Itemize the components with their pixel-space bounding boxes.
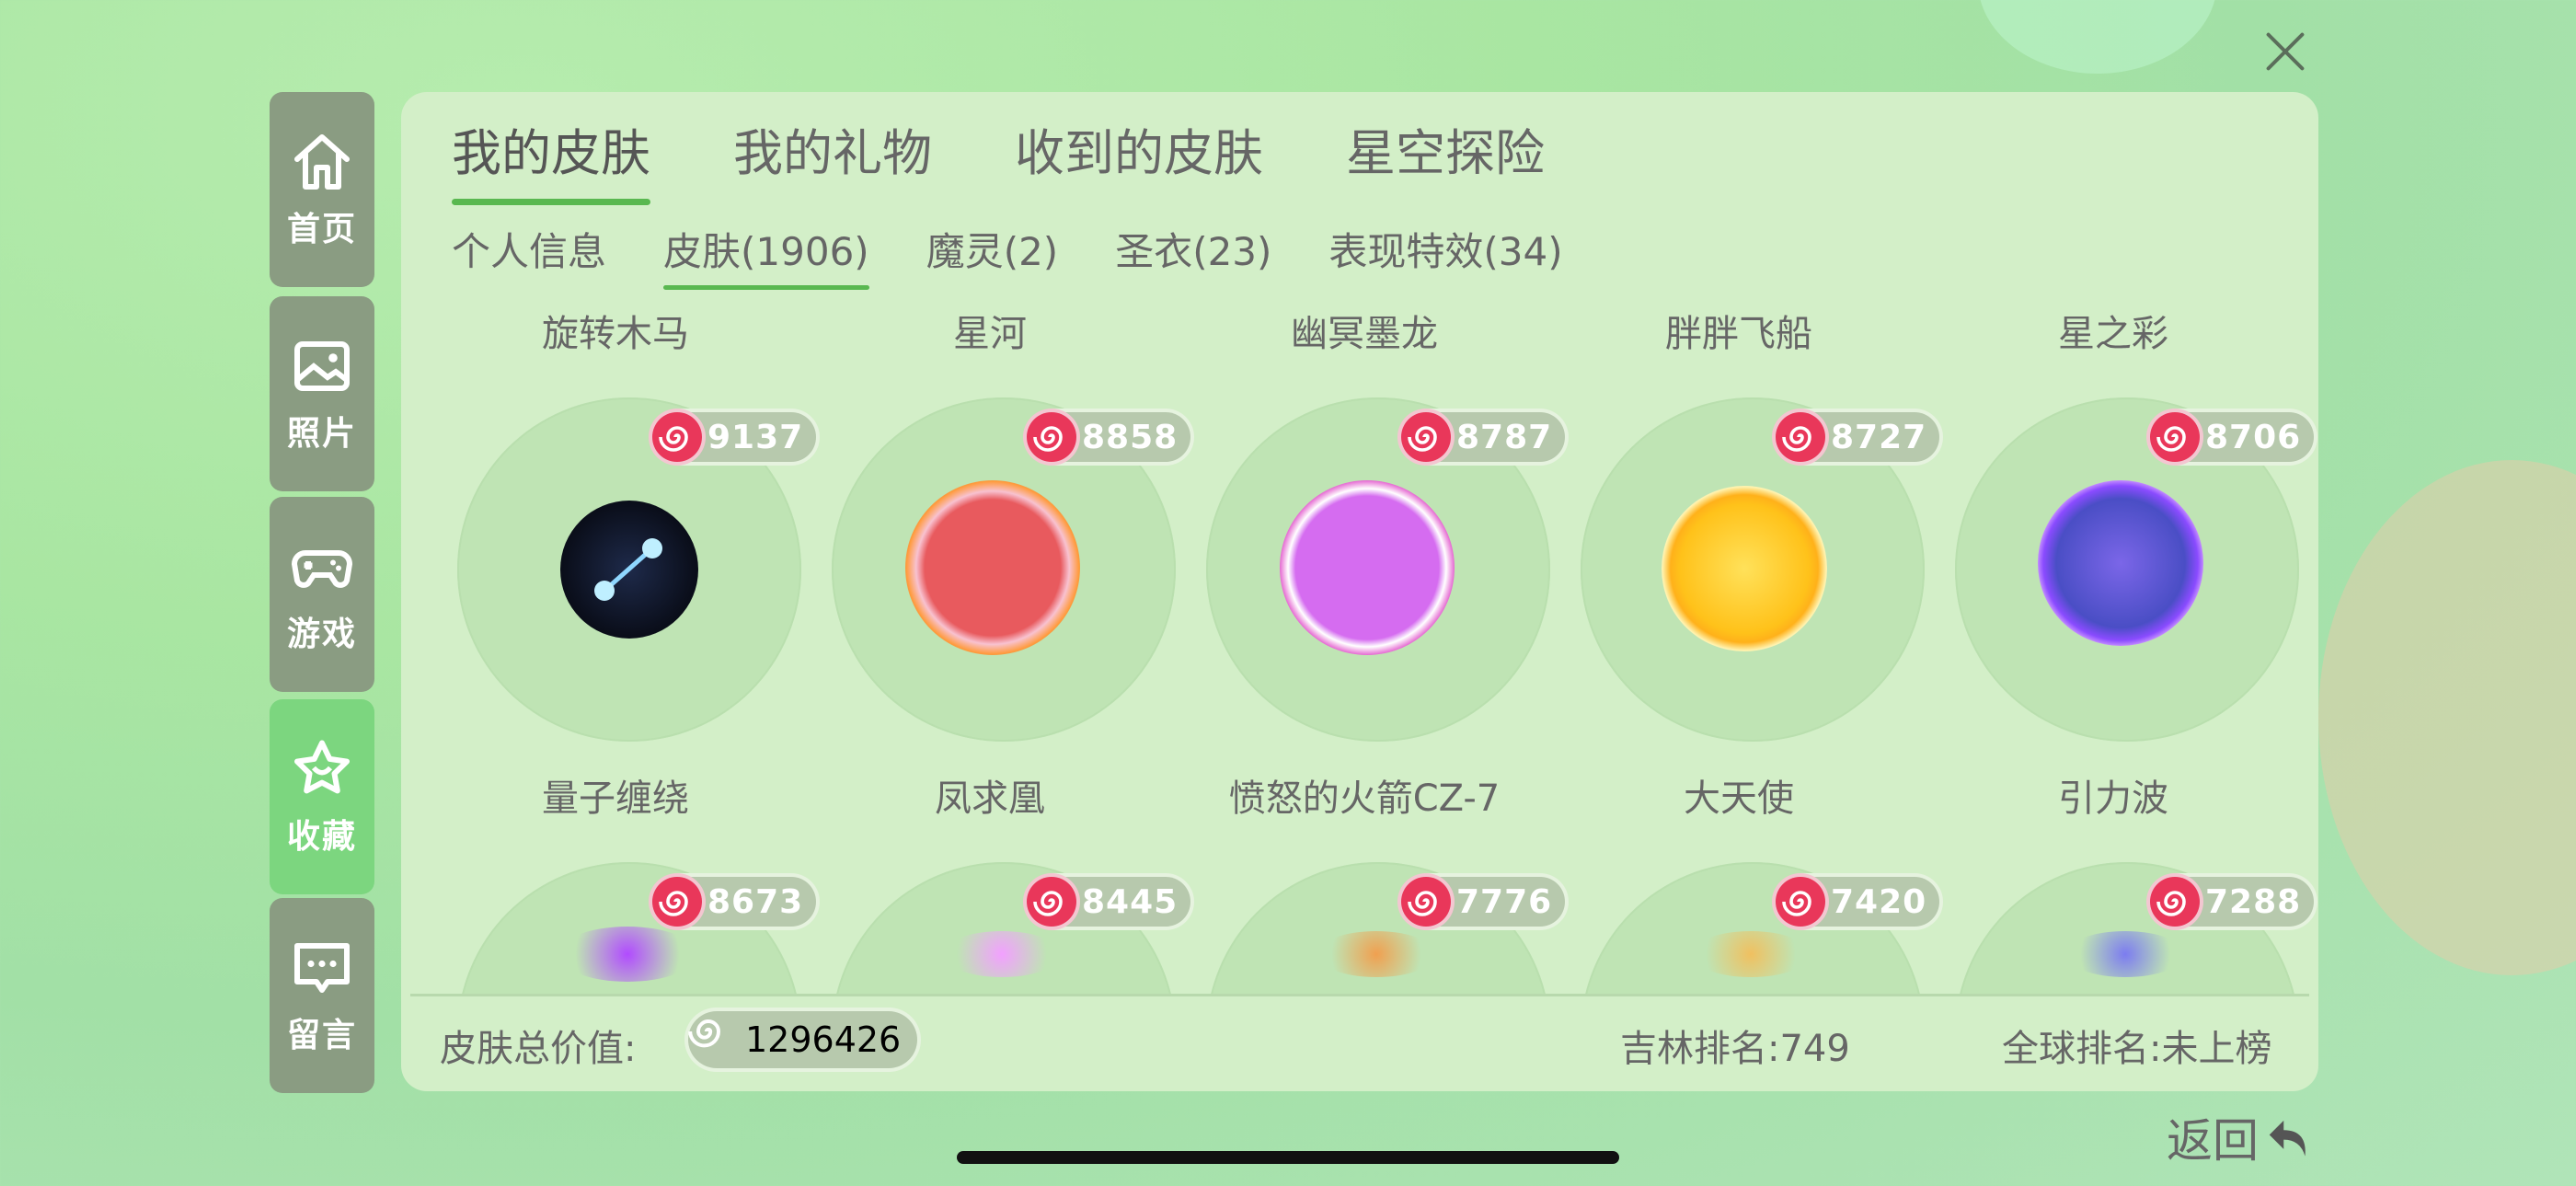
subtab-armor[interactable]: 圣衣(23): [1115, 221, 1271, 277]
candy-icon: [652, 877, 702, 927]
skin-caption: 愤怒的火箭CZ-7: [1228, 777, 1501, 820]
value-badge: 8727: [1776, 412, 1940, 462]
skin-orb-angel: [1662, 486, 1827, 651]
message-icon: [294, 943, 350, 993]
sub-tabs: 个人信息 皮肤(1906) 魔灵(2) 圣衣(23) 表现特效(34): [452, 221, 1620, 290]
sidebar-item-home[interactable]: 首页: [270, 92, 374, 287]
candy-icon: [1027, 412, 1076, 462]
value-badge: 7288: [2150, 877, 2315, 927]
background-glow: [2318, 460, 2576, 975]
sidebar-item-photos[interactable]: 照片: [270, 296, 374, 491]
skin-name: 胖胖飞船: [1665, 313, 1812, 355]
value-badge: 7776: [1401, 877, 1566, 927]
global-rank: 全球排名:未上榜: [2002, 1028, 2272, 1070]
skin-grid: 旋转木马 9137 量子缠绕 星河 8858 凤求凰 幽冥墨龙 8787 愤怒的…: [401, 304, 2318, 994]
skin-value: 8673: [707, 882, 804, 921]
value-badge: 8706: [2150, 412, 2315, 462]
photo-icon: [294, 341, 350, 391]
sidebar-item-games[interactable]: 游戏: [270, 497, 374, 692]
skin-caption: 凤求凰: [935, 777, 1045, 820]
candy-icon: [688, 1011, 745, 1068]
candy-icon: [1776, 877, 1825, 927]
skin-caption: 大天使: [1684, 777, 1794, 820]
value-badge: 8787: [1401, 412, 1566, 462]
candy-icon: [1776, 412, 1825, 462]
subtab-skins[interactable]: 皮肤(1906): [663, 221, 869, 290]
tab-my-skins[interactable]: 我的皮肤: [452, 112, 650, 205]
sidebar-item-label: 留言: [286, 1017, 357, 1054]
tab-my-gifts[interactable]: 我的礼物: [733, 112, 932, 185]
skin-value: 8858: [1082, 418, 1179, 456]
tab-received-skins[interactable]: 收到的皮肤: [1015, 112, 1263, 185]
skin-orb: [2065, 931, 2185, 977]
skin-value: 7776: [1456, 882, 1553, 921]
star-icon: [294, 740, 350, 794]
skin-value: 8787: [1456, 418, 1553, 456]
back-label: 返回: [2167, 1114, 2259, 1168]
skin-value: 9137: [707, 418, 804, 456]
skin-orb-quantum: [560, 501, 698, 639]
skin-caption: 量子缠绕: [542, 777, 689, 820]
skin-name: 星之彩: [2058, 313, 2168, 355]
total-value-label: 皮肤总价值:: [440, 1028, 637, 1070]
skin-orb-gravity: [2038, 480, 2203, 646]
skin-orb-phoenix: [905, 480, 1080, 655]
sidebar-item-messages[interactable]: 留言: [270, 898, 374, 1093]
local-rank: 吉林排名:749: [1620, 1028, 1850, 1070]
sidebar-item-favorites[interactable]: 收藏: [270, 699, 374, 894]
skin-orb: [558, 927, 696, 982]
value-badge: 7420: [1776, 877, 1940, 927]
divider: [410, 994, 2309, 996]
skin-orb: [942, 931, 1062, 977]
home-indicator[interactable]: [957, 1151, 1619, 1164]
sidebar-item-label: 照片: [286, 415, 357, 453]
subtab-effects[interactable]: 表现特效(34): [1328, 221, 1562, 277]
total-value-badge: 1296426: [688, 1011, 918, 1068]
skin-value: 8727: [1831, 418, 1927, 456]
close-icon[interactable]: [2252, 18, 2318, 85]
skin-orb: [1691, 931, 1811, 977]
value-badge: 9137: [652, 412, 817, 462]
skin-name: 旋转木马: [542, 313, 689, 355]
tab-star-adventure[interactable]: 星空探险: [1346, 112, 1545, 185]
background-glow: [1978, 0, 2217, 74]
skin-orb: [1317, 931, 1436, 977]
skin-value: 7288: [2205, 882, 2302, 921]
candy-icon: [2150, 412, 2200, 462]
gamepad-icon: [291, 550, 353, 588]
sidebar-item-label: 收藏: [286, 818, 357, 856]
skin-value: 7420: [1831, 882, 1927, 921]
skin-caption: 引力波: [2058, 777, 2168, 820]
skin-value: 8706: [2205, 418, 2302, 456]
candy-icon: [652, 412, 702, 462]
skin-name: 幽冥墨龙: [1291, 313, 1438, 355]
home-icon: [294, 134, 350, 190]
value-badge: 8858: [1027, 412, 1191, 462]
back-button[interactable]: 返回: [2167, 1104, 2319, 1170]
subtab-spirits[interactable]: 魔灵(2): [926, 221, 1059, 277]
skin-orb-rocket: [1280, 480, 1455, 655]
main-tabs: 我的皮肤 我的礼物 收到的皮肤 星空探险: [452, 112, 1627, 205]
skin-value: 8445: [1082, 882, 1179, 921]
sidebar-item-label: 游戏: [286, 616, 357, 653]
value-badge: 8673: [652, 877, 817, 927]
candy-icon: [2150, 877, 2200, 927]
skin-name: 星河: [953, 313, 1027, 355]
candy-icon: [1401, 412, 1451, 462]
subtab-profile[interactable]: 个人信息: [452, 221, 606, 277]
total-value: 1296426: [745, 1019, 902, 1060]
sidebar-item-label: 首页: [286, 211, 357, 248]
value-badge: 8445: [1027, 877, 1191, 927]
back-arrow-icon: [2269, 1120, 2306, 1157]
candy-icon: [1401, 877, 1451, 927]
candy-icon: [1027, 877, 1076, 927]
skin-collection-panel: 我的皮肤 我的礼物 收到的皮肤 星空探险 个人信息 皮肤(1906) 魔灵(2)…: [401, 92, 2318, 1091]
footer-bar: 皮肤总价值: 1296426 吉林排名:749 全球排名:未上榜: [401, 998, 2318, 1090]
